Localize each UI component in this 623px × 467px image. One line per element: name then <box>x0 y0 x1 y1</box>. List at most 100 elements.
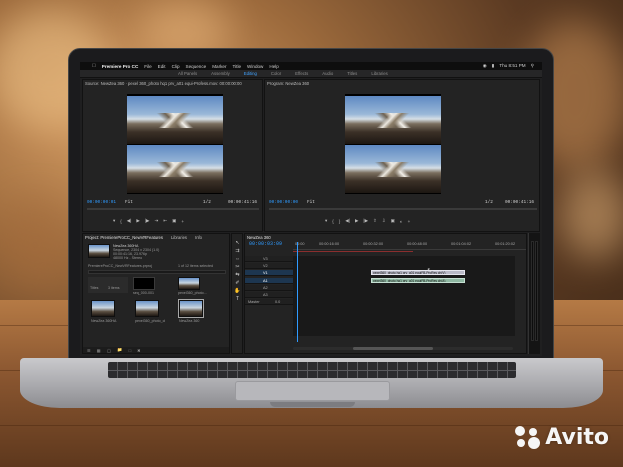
menu-sequence[interactable]: Sequence <box>186 64 207 69</box>
bin-item-clip[interactable] <box>135 300 159 317</box>
source-timecode-in[interactable]: 00:00:00:01 <box>87 200 116 205</box>
bin-item-black[interactable] <box>133 277 155 290</box>
new-bin-icon[interactable]: 📁 <box>117 347 122 353</box>
mark-out-icon[interactable]: { <box>332 219 334 224</box>
bin-folder-titles[interactable]: Titles 3 items <box>88 277 128 293</box>
track-header-v1[interactable]: V1 <box>245 270 293 276</box>
source-video-frame[interactable] <box>127 94 223 194</box>
source-scrub-bar[interactable] <box>87 208 259 210</box>
workspace-editing[interactable]: Editing <box>244 71 257 76</box>
timeline-track-area[interactable]: pexel360_photo hq1 prv_a01 equiFB-ProRes… <box>293 256 515 336</box>
bin-item-sequence-a[interactable] <box>91 300 115 317</box>
pen-icon[interactable]: ✐ <box>234 280 241 286</box>
track-label: Master <box>248 300 260 304</box>
lift-icon[interactable]: ⇧ <box>373 218 377 224</box>
program-video-frame[interactable] <box>345 94 441 194</box>
tab-info[interactable]: Info <box>195 234 202 241</box>
workspace-libraries[interactable]: Libraries <box>371 71 387 76</box>
export-frame-icon[interactable]: ▣ <box>172 218 176 224</box>
apple-icon[interactable]:  <box>92 63 96 69</box>
workspace-audio[interactable]: Audio <box>322 71 333 76</box>
track-header-a1[interactable]: A1 <box>245 278 293 284</box>
program-zoom-select[interactable]: Fit <box>307 200 315 205</box>
menu-file[interactable]: File <box>144 64 151 69</box>
select-icon[interactable]: ↖ <box>234 240 241 246</box>
menu-title[interactable]: Title <box>233 64 242 69</box>
workspace-color[interactable]: Color <box>271 71 281 76</box>
timeline-title[interactable]: NewZea 360 <box>247 234 271 241</box>
timeline-ruler[interactable]: 00:00 00:00:16:00 00:00:32:00 00:00:48:0… <box>293 242 526 250</box>
menu-marker[interactable]: Marker <box>212 64 226 69</box>
slip-icon[interactable]: ⇆ <box>234 272 241 278</box>
track-header-a3[interactable]: A3 <box>245 292 293 298</box>
scrollbar-thumb[interactable] <box>353 347 433 350</box>
bin-label: Titles <box>90 286 99 290</box>
menu-clock[interactable]: Thu 8:51 PM <box>499 63 525 69</box>
vr-video-icon[interactable]: ◐ <box>400 219 403 224</box>
program-timecode-in[interactable]: 00:00:00:00 <box>269 200 298 205</box>
track-select-icon[interactable]: ⇉ <box>234 248 241 254</box>
export-frame-icon[interactable]: ▣ <box>391 218 395 224</box>
source-resolution-select[interactable]: 1/2 <box>203 200 211 205</box>
timeline-clip-video[interactable]: pexel360_photo hq1 prv_a01 equiFB-ProRes… <box>371 270 465 275</box>
project-search-input[interactable] <box>88 270 226 274</box>
tab-libraries[interactable]: Libraries <box>171 234 187 241</box>
menu-window[interactable]: Window <box>247 64 263 69</box>
workspace-assembly[interactable]: Assembly <box>211 71 230 76</box>
mark-in-icon[interactable]: ▾ <box>325 218 327 224</box>
mouse-cursor-icon: ↖ <box>427 268 433 274</box>
tab-project[interactable]: Project: PremiereProCC_NewVRFeatures <box>85 234 163 241</box>
menu-clip[interactable]: Clip <box>172 64 180 69</box>
program-scrub-bar[interactable] <box>269 208 537 210</box>
menu-edit[interactable]: Edit <box>158 64 166 69</box>
type-icon[interactable]: T <box>234 296 241 302</box>
menu-help[interactable]: Help <box>269 64 278 69</box>
track-header-v2[interactable]: V2 <box>245 263 293 269</box>
master-level[interactable]: 0.0 <box>275 300 280 304</box>
step-back-icon[interactable]: ◀| <box>127 218 132 224</box>
go-to-in-icon[interactable]: } <box>339 219 341 224</box>
timeline-playhead[interactable] <box>297 242 298 342</box>
workspace-titles[interactable]: Titles <box>347 71 357 76</box>
timeline-work-area-bar[interactable] <box>293 251 413 252</box>
step-forward-icon[interactable]: |▶ <box>363 218 368 224</box>
source-monitor-title[interactable]: Source: NewZea 360 · pexel 360_photo hq1… <box>85 80 242 87</box>
wifi-icon[interactable]: ◉ <box>483 63 487 69</box>
source-zoom-select[interactable]: Fit <box>125 200 133 205</box>
bin-item-panorama[interactable] <box>178 277 200 290</box>
program-monitor-title[interactable]: Program: NewZea 360 <box>267 80 309 87</box>
app-name-menu[interactable]: Premiere Pro CC <box>102 64 139 69</box>
zoom-slider-icon[interactable]: ◯ <box>107 348 112 353</box>
workspace-all-panels[interactable]: All Panels <box>178 71 197 76</box>
spotlight-search-icon[interactable]: ⚲ <box>531 63 534 69</box>
step-back-icon[interactable]: ◀| <box>345 218 350 224</box>
timeline-horizontal-scrollbar[interactable] <box>293 347 513 350</box>
mark-out-icon[interactable]: { <box>120 219 122 224</box>
program-resolution-select[interactable]: 1/2 <box>485 200 493 205</box>
mark-in-icon[interactable]: ▾ <box>113 218 115 224</box>
play-icon[interactable]: ▶ <box>136 218 139 224</box>
step-forward-icon[interactable]: |▶ <box>145 218 150 224</box>
timeline-playhead-timecode[interactable]: 00:00:03:09 <box>249 241 282 247</box>
workspace-effects[interactable]: Effects <box>295 71 308 76</box>
overwrite-icon[interactable]: ⇤ <box>163 218 167 224</box>
track-header-a2[interactable]: A2 <box>245 285 293 291</box>
track-header-v3[interactable]: V3 <box>245 256 293 262</box>
laptop-lid-notch <box>270 402 355 407</box>
battery-icon[interactable]: ▮ <box>492 63 495 69</box>
ripple-edit-icon[interactable]: ⇔ <box>234 256 241 262</box>
list-view-icon[interactable]: ☰ <box>87 348 91 353</box>
track-header-master[interactable]: Master 0.0 <box>245 299 293 305</box>
razor-icon[interactable]: ✂ <box>234 264 241 270</box>
play-icon[interactable]: ▶ <box>355 218 358 224</box>
timeline-clip-audio[interactable]: pexel360_photo hq1 prv_a01 equiFB-ProRes… <box>371 278 465 283</box>
trash-icon[interactable]: ✖ <box>137 348 141 353</box>
hand-icon[interactable]: ✋ <box>234 288 241 294</box>
add-icon[interactable]: + <box>181 219 184 224</box>
new-item-icon[interactable]: □ <box>129 348 132 353</box>
add-icon[interactable]: + <box>408 219 411 224</box>
insert-icon[interactable]: ⇥ <box>155 218 159 224</box>
bin-item-sequence-b[interactable] <box>178 299 204 318</box>
extract-icon[interactable]: ⇩ <box>382 218 386 224</box>
icon-view-icon[interactable]: ▦ <box>97 348 101 353</box>
